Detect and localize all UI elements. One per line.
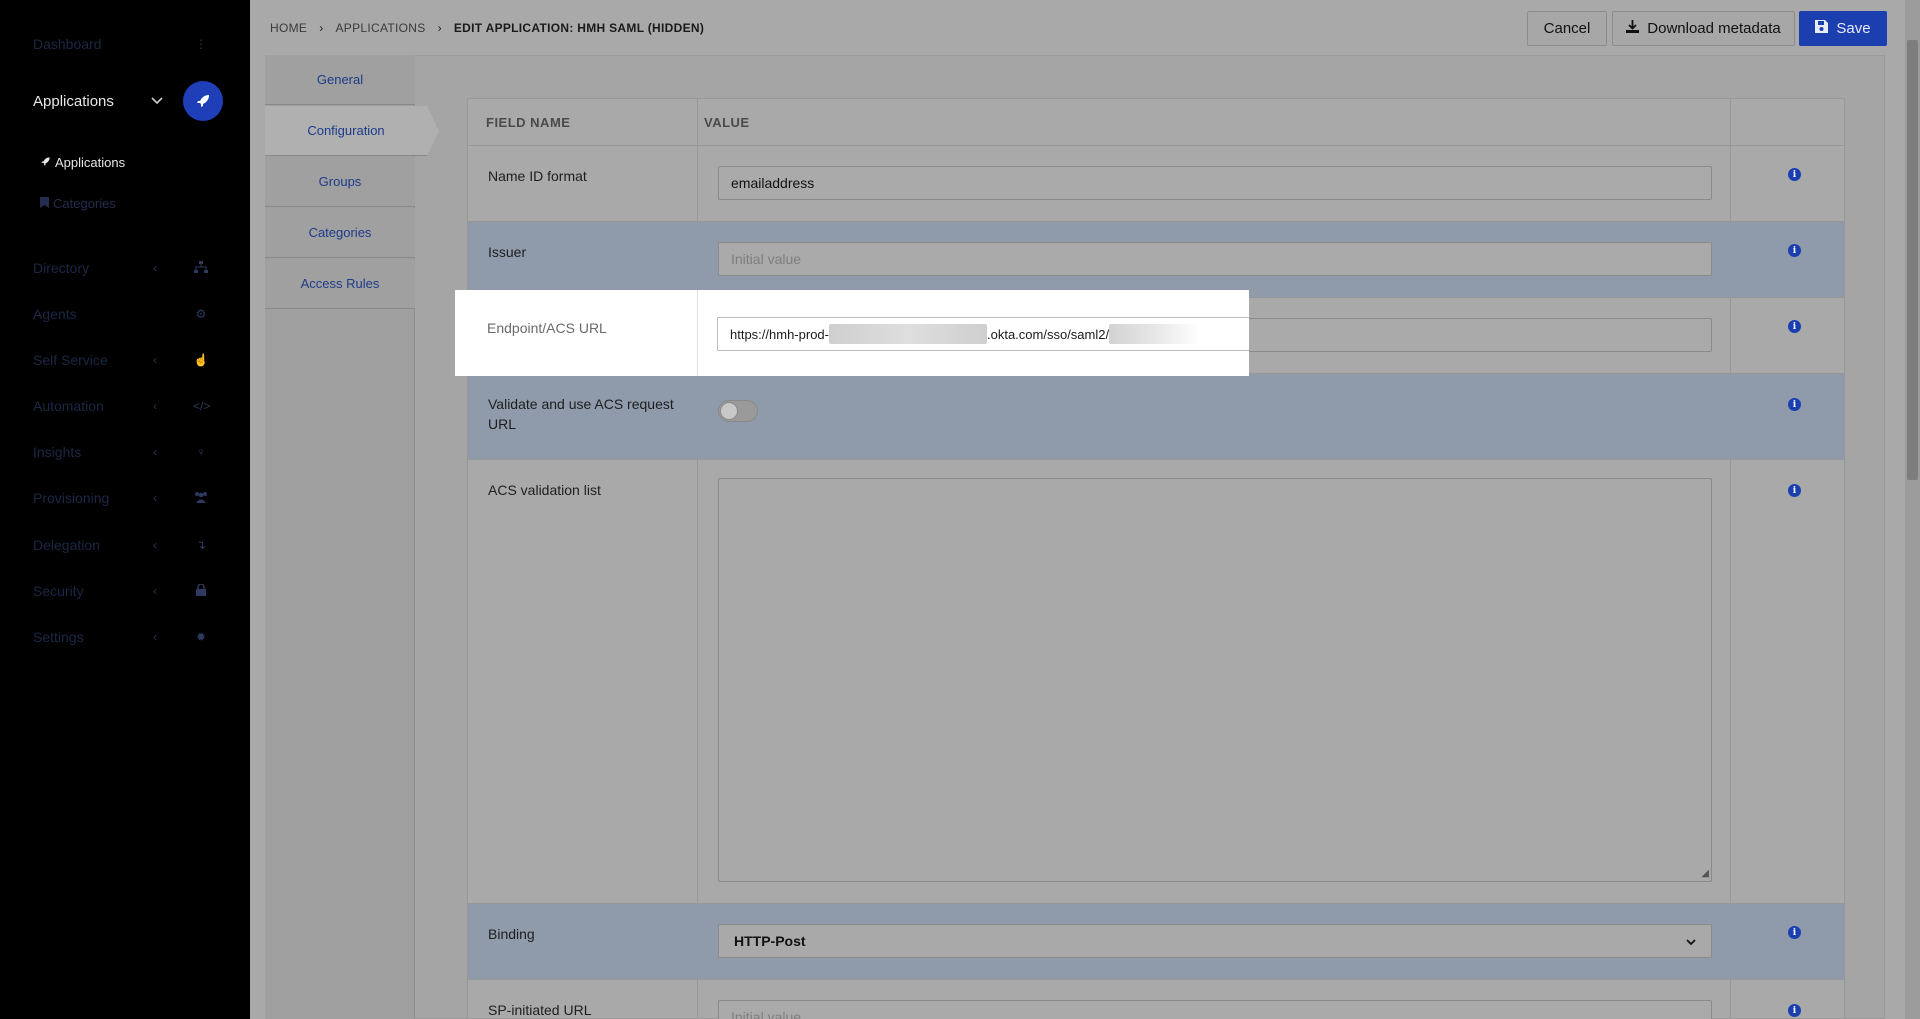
chevron-left-icon: ‹ [153,584,157,598]
cancel-button-label: Cancel [1543,20,1591,37]
download-icon [1626,20,1640,37]
subnav-item-categories[interactable]: Categories [40,196,116,211]
field-label: Issuer [488,244,527,260]
field-label: SP-initiated URL [488,1002,592,1018]
url-prefix: https://hmh-prod- [730,326,829,342]
sidebar-item-insights[interactable]: Insights ‹ ♀ [33,440,223,464]
table-row: SP-initiated URL Initial value i [468,979,1844,1019]
breadcrumb-home[interactable]: HOME [270,21,307,35]
chevron-left-icon: ‹ [153,491,157,505]
sp-initiated-url-input[interactable]: Initial value [718,1000,1712,1019]
info-icon[interactable]: i [1788,320,1801,333]
dashboard-icon: ⋮ [195,37,207,51]
sidebar-item-directory[interactable]: Directory ‹ [33,256,223,280]
page-title: EDIT APPLICATION: HMH SAML (HIDDEN) [453,21,705,35]
lightbulb-icon: ♀ [196,445,206,459]
toggle-knob [720,402,738,420]
subnav-item-applications[interactable]: Applications [40,155,125,170]
resize-handle-icon[interactable]: ◢ [1701,868,1709,879]
info-icon[interactable]: i [1788,484,1801,497]
chevron-right-icon: › [319,21,324,35]
column-divider [697,290,698,376]
chevron-left-icon: ‹ [153,399,157,413]
highlighted-endpoint-row: Endpoint/ACS URL https://hmh-prod- .okta… [455,290,1249,376]
info-icon[interactable]: i [1788,926,1801,939]
sidebar-item-self-service[interactable]: Self Service ‹ ☝ [33,348,223,372]
sidebar-item-agents[interactable]: Agents ⚙ [33,302,223,326]
save-button-label: Save [1836,20,1871,37]
chevron-left-icon: ‹ [153,630,157,644]
configuration-table: FIELD NAME VALUE Name ID format emailadd… [467,98,1845,1019]
chevron-left-icon: ‹ [153,353,157,367]
issuer-input[interactable]: Initial value [718,242,1712,276]
info-icon[interactable]: i [1788,244,1801,257]
endpoint-acs-url-input[interactable]: https://hmh-prod- .okta.com/sso/saml2/ [717,317,1249,351]
info-icon[interactable]: i [1788,168,1801,181]
chevron-right-icon: › [437,21,442,35]
table-row: ACS validation list ◢ i [468,459,1844,903]
redacted-text [829,324,987,344]
acs-validation-list-textarea[interactable]: ◢ [718,478,1712,882]
sidebar-item-delegation[interactable]: Delegation ‹ ↴ [33,533,223,557]
column-header-value: VALUE [704,114,750,130]
info-icon[interactable]: i [1788,398,1801,411]
breadcrumb: HOME › APPLICATIONS › EDIT APPLICATION: … [270,21,704,35]
table-row: Binding HTTP-Post i [468,903,1844,979]
delegation-icon: ↴ [195,538,207,552]
chevron-down-icon [151,94,163,108]
sidebar-item-dashboard[interactable]: Dashboard ⋮ [33,32,223,56]
bookmark-icon [40,196,49,211]
info-icon[interactable]: i [1788,1004,1801,1017]
rocket-icon [40,155,51,170]
validate-acs-toggle[interactable] [718,400,758,422]
cancel-button[interactable]: Cancel [1527,11,1607,46]
subnav-label: Categories [53,196,116,211]
table-row: Name ID format emailaddress i [468,145,1844,221]
code-icon: </> [193,399,211,413]
tab-groups[interactable]: Groups [265,157,415,207]
field-label: Validate and use ACS request URL [488,396,674,432]
name-id-format-input[interactable]: emailaddress [718,166,1712,200]
download-metadata-label: Download metadata [1647,20,1781,37]
agents-icon: ⚙ [195,307,207,321]
tab-list: General Configuration Groups Categories … [265,55,439,1019]
binding-select[interactable]: HTTP-Post [718,924,1712,958]
breadcrumb-applications[interactable]: APPLICATIONS [336,21,426,35]
binding-select-value: HTTP-Post [734,933,806,949]
field-label: Binding [488,926,535,942]
chevron-down-icon [1686,933,1696,949]
save-icon [1815,20,1829,37]
sidebar-item-automation[interactable]: Automation ‹ </> [33,394,223,418]
download-metadata-button[interactable]: Download metadata [1612,11,1795,46]
save-button[interactable]: Save [1799,11,1887,46]
field-label: Endpoint/ACS URL [487,320,607,336]
table-row: Validate and use ACS request URL i [468,373,1844,459]
subnav-label: Applications [55,155,126,170]
sidebar-item-provisioning[interactable]: Provisioning ‹ [33,486,223,510]
tab-configuration[interactable]: Configuration [265,106,439,156]
field-label: Name ID format [488,168,587,184]
chevron-left-icon: ‹ [153,538,157,552]
gear-icon: ✹ [195,630,207,644]
chevron-left-icon: ‹ [153,445,157,459]
sidebar-item-security[interactable]: Security ‹ [33,579,223,603]
tab-categories[interactable]: Categories [265,208,415,258]
column-header-field-name: FIELD NAME [486,114,571,130]
chevron-left-icon: ‹ [153,261,157,275]
sidebar-item-settings[interactable]: Settings ‹ ✹ [33,625,223,649]
scrollbar-thumb[interactable] [1907,40,1918,480]
directory-icon [193,260,209,276]
tab-access-rules[interactable]: Access Rules [265,259,415,309]
redacted-text [1109,324,1200,344]
self-service-icon: ☝ [193,353,209,367]
field-label: ACS validation list [488,482,601,498]
table-row: Issuer Initial value i [468,221,1844,297]
rocket-icon[interactable] [183,81,223,121]
url-middle: .okta.com/sso/saml2/ [987,326,1110,342]
sidebar: Dashboard ⋮ Applications Applications Ca… [0,0,250,1019]
lock-icon [193,582,209,599]
users-icon [193,491,209,506]
tab-general[interactable]: General [265,55,415,105]
